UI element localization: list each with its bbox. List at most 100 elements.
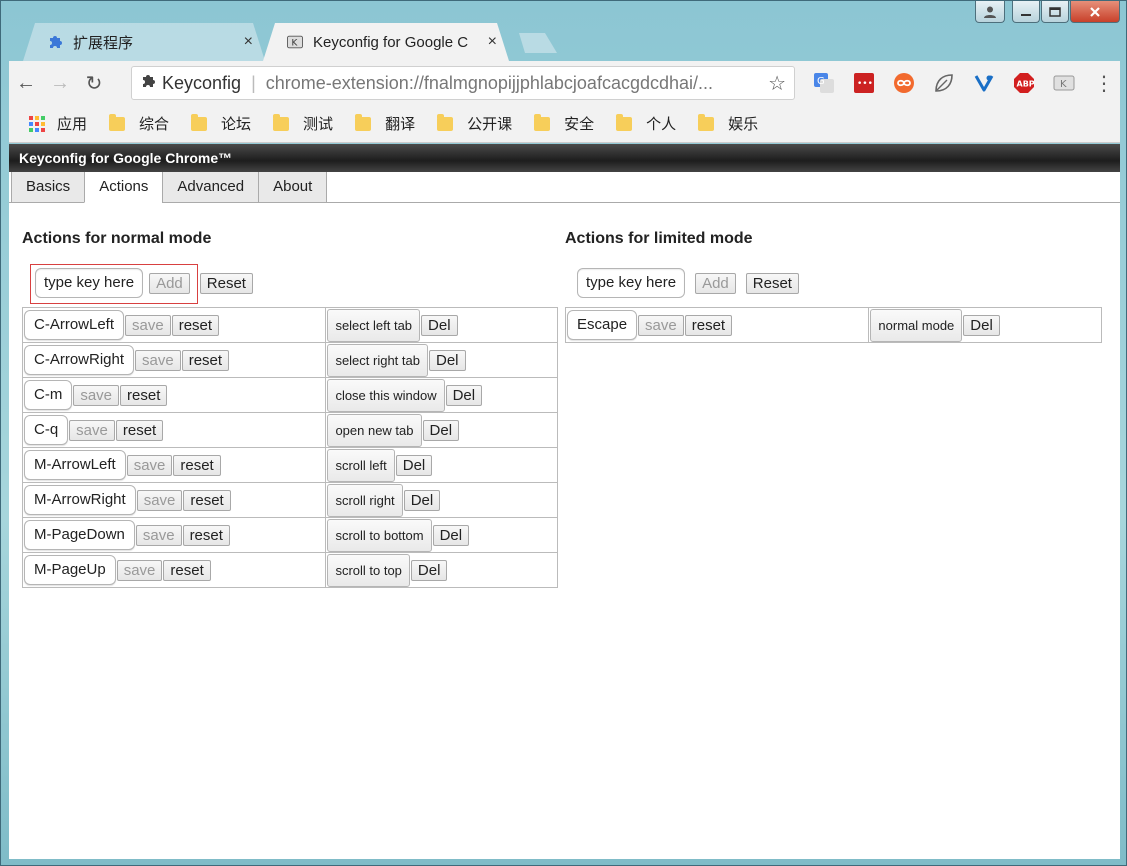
action-select[interactable]: select right tab — [327, 343, 428, 377]
url-separator: | — [251, 72, 256, 93]
back-button[interactable]: ← — [9, 66, 43, 100]
bookmark-folder[interactable]: 个人 — [616, 113, 676, 134]
delete-button[interactable]: Del — [410, 559, 448, 581]
normal-key-input[interactable]: type key here — [35, 268, 144, 298]
maximize-button[interactable] — [1041, 1, 1069, 23]
reset-button[interactable]: reset — [173, 454, 221, 476]
folder-icon — [698, 113, 715, 131]
google-translate-icon[interactable]: G — [804, 68, 844, 98]
reset-button[interactable]: reset — [181, 349, 230, 371]
tab-keyconfig[interactable]: K Keyconfig for Google C × — [263, 23, 509, 61]
address-bar[interactable]: Keyconfig | chrome-extension://fnalmgnop… — [131, 66, 795, 100]
save-button[interactable]: save — [135, 524, 182, 546]
key-binding-field[interactable]: C-ArrowLeft — [24, 310, 125, 340]
key-binding-field[interactable]: M-ArrowRight — [24, 485, 136, 515]
bookmark-folder[interactable]: 公开课 — [437, 113, 512, 134]
profile-button[interactable] — [975, 1, 1005, 23]
chrome-menu-button[interactable]: ⋮ — [1084, 68, 1124, 98]
key-binding-field[interactable]: C-ArrowRight — [24, 345, 135, 375]
limited-actions-table: Escape save reset normal mode Del — [564, 307, 1102, 343]
key-binding-field[interactable]: M-PageUp — [24, 555, 116, 585]
normal-reset-all-button[interactable]: Reset — [199, 272, 253, 294]
save-button[interactable]: save — [135, 349, 181, 371]
key-cell: C-ArrowLeft save reset — [21, 307, 327, 343]
delete-button[interactable]: Del — [428, 349, 466, 371]
bookmark-folder[interactable]: 翻译 — [355, 113, 415, 134]
delete-button[interactable]: Del — [395, 454, 433, 476]
bookmark-star-icon[interactable]: ☆ — [768, 71, 786, 96]
limited-add-button[interactable]: Add — [695, 272, 736, 294]
adblock-plus-icon[interactable]: ABP — [1004, 68, 1044, 98]
action-select[interactable]: close this window — [327, 378, 445, 412]
bookmark-label: 翻译 — [385, 116, 416, 133]
tab-advanced[interactable]: Advanced — [162, 172, 260, 203]
folder-icon — [616, 113, 633, 131]
reset-button[interactable]: reset — [120, 384, 168, 406]
infinity-icon[interactable] — [884, 68, 924, 98]
key-binding-field[interactable]: Escape — [567, 310, 638, 340]
delete-button[interactable]: Del — [403, 489, 441, 511]
action-select[interactable]: scroll right — [327, 483, 403, 517]
new-tab-button[interactable] — [513, 33, 557, 53]
svg-text:K: K — [291, 39, 297, 49]
reload-button[interactable]: ↻ — [77, 66, 111, 100]
delete-button[interactable]: Del — [445, 384, 483, 406]
action-cell: scroll to bottom Del — [325, 517, 558, 553]
tab-basics[interactable]: Basics — [11, 172, 86, 203]
reset-button[interactable]: reset — [182, 524, 230, 546]
table-row: M-ArrowRight save reset scroll right Del — [21, 482, 558, 518]
reset-button[interactable]: reset — [183, 489, 231, 511]
save-button[interactable]: save — [116, 559, 163, 581]
save-button[interactable]: save — [125, 314, 171, 336]
save-button[interactable]: save — [126, 454, 173, 476]
save-button[interactable]: save — [638, 314, 684, 336]
bookmark-folder[interactable]: 娱乐 — [698, 113, 758, 134]
table-row: M-PageDown save reset scroll to bottom Del — [21, 517, 558, 553]
tab-close-icon[interactable]: × — [244, 33, 253, 51]
tab-actions[interactable]: Actions — [84, 172, 164, 203]
close-window-button[interactable] — [1070, 1, 1120, 23]
action-select[interactable]: scroll left — [327, 448, 395, 482]
bookmark-folder[interactable]: 测试 — [273, 113, 333, 134]
save-button[interactable]: save — [73, 384, 120, 406]
reset-button[interactable]: reset — [115, 419, 164, 441]
bookmark-label: 安全 — [564, 116, 595, 133]
delete-button[interactable]: Del — [422, 419, 460, 441]
limited-reset-all-button[interactable]: Reset — [745, 272, 799, 294]
key-binding-field[interactable]: C-q — [24, 415, 69, 445]
vivaldi-icon[interactable] — [964, 68, 1004, 98]
action-select[interactable]: scroll to top — [327, 553, 410, 587]
url-text[interactable]: chrome-extension://fnalmgnopijjphlabcjoa… — [266, 73, 768, 94]
delete-button[interactable]: Del — [963, 314, 1000, 336]
key-binding-field[interactable]: M-PageDown — [24, 520, 135, 550]
minimize-button[interactable] — [1012, 1, 1040, 23]
limited-mode-section: Actions for limited mode — [565, 230, 753, 248]
tab-extensions[interactable]: 扩展程序 × — [23, 23, 265, 61]
reset-button[interactable]: reset — [684, 314, 733, 336]
limited-key-input[interactable]: type key here — [577, 268, 686, 298]
bookmark-folder[interactable]: 安全 — [534, 113, 594, 134]
bookmark-apps[interactable]: 应用 — [29, 113, 87, 134]
delete-button[interactable]: Del — [421, 314, 458, 336]
keyconfig-icon[interactable]: K — [1044, 68, 1084, 98]
action-select[interactable]: select left tab — [327, 308, 421, 342]
action-select[interactable]: scroll to bottom — [327, 518, 432, 552]
reset-button[interactable]: reset — [163, 559, 211, 581]
save-button[interactable]: save — [69, 419, 115, 441]
save-button[interactable]: save — [136, 489, 183, 511]
key-binding-field[interactable]: M-ArrowLeft — [24, 450, 126, 480]
leaf-icon[interactable] — [924, 68, 964, 98]
key-binding-field[interactable]: C-m — [24, 380, 73, 410]
forward-button[interactable]: → — [43, 66, 77, 100]
action-select[interactable]: normal mode — [870, 308, 963, 342]
key-cell: Escape save reset — [564, 307, 870, 343]
reset-button[interactable]: reset — [171, 314, 220, 336]
normal-add-button[interactable]: Add — [149, 272, 190, 294]
action-select[interactable]: open new tab — [327, 413, 422, 447]
lastpass-icon[interactable]: ••• — [844, 68, 884, 98]
bookmark-folder[interactable]: 综合 — [109, 113, 169, 134]
tab-about[interactable]: About — [258, 172, 328, 203]
delete-button[interactable]: Del — [432, 524, 470, 546]
bookmark-folder[interactable]: 论坛 — [191, 113, 251, 134]
tab-close-icon[interactable]: × — [488, 33, 497, 51]
